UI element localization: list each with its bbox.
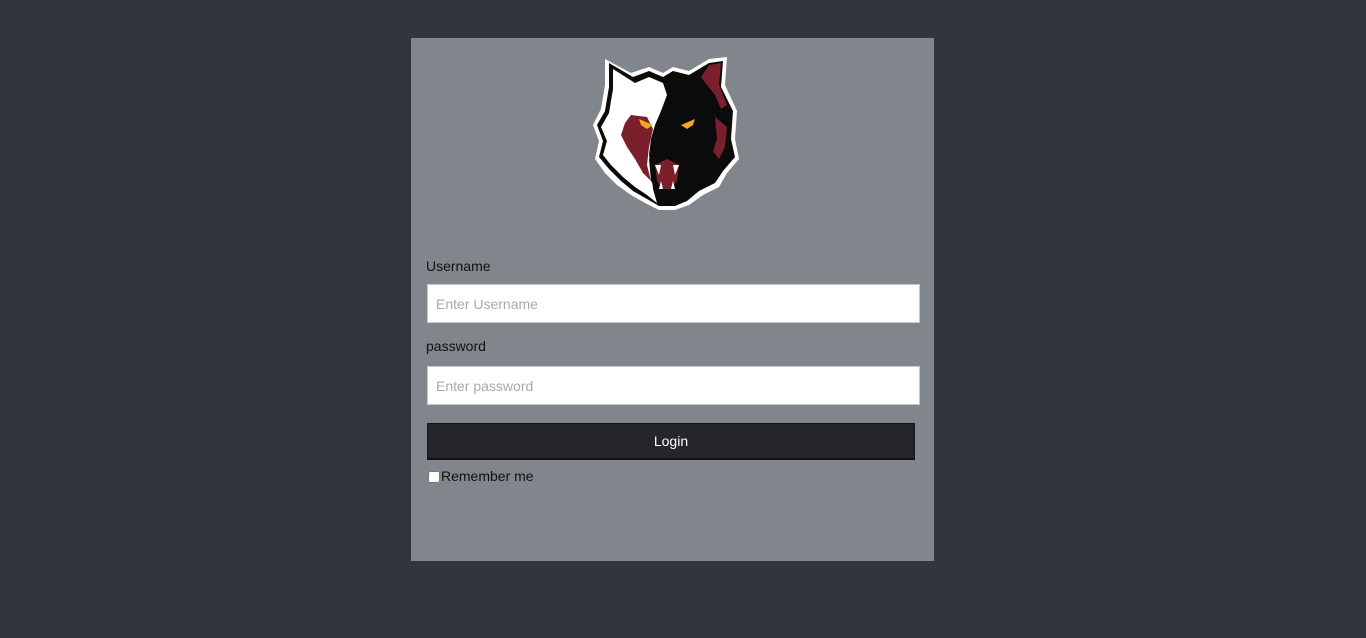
username-input[interactable] — [427, 284, 920, 323]
username-label: Username — [426, 258, 491, 274]
login-card: Username password Login Remember me — [411, 38, 934, 561]
remember-me-row: Remember me — [427, 468, 534, 484]
remember-me-label: Remember me — [441, 468, 534, 484]
password-input[interactable] — [427, 366, 920, 405]
password-label: password — [426, 338, 486, 354]
login-button[interactable]: Login — [427, 423, 915, 460]
remember-me-checkbox[interactable] — [428, 471, 440, 483]
wolf-logo — [593, 57, 739, 210]
